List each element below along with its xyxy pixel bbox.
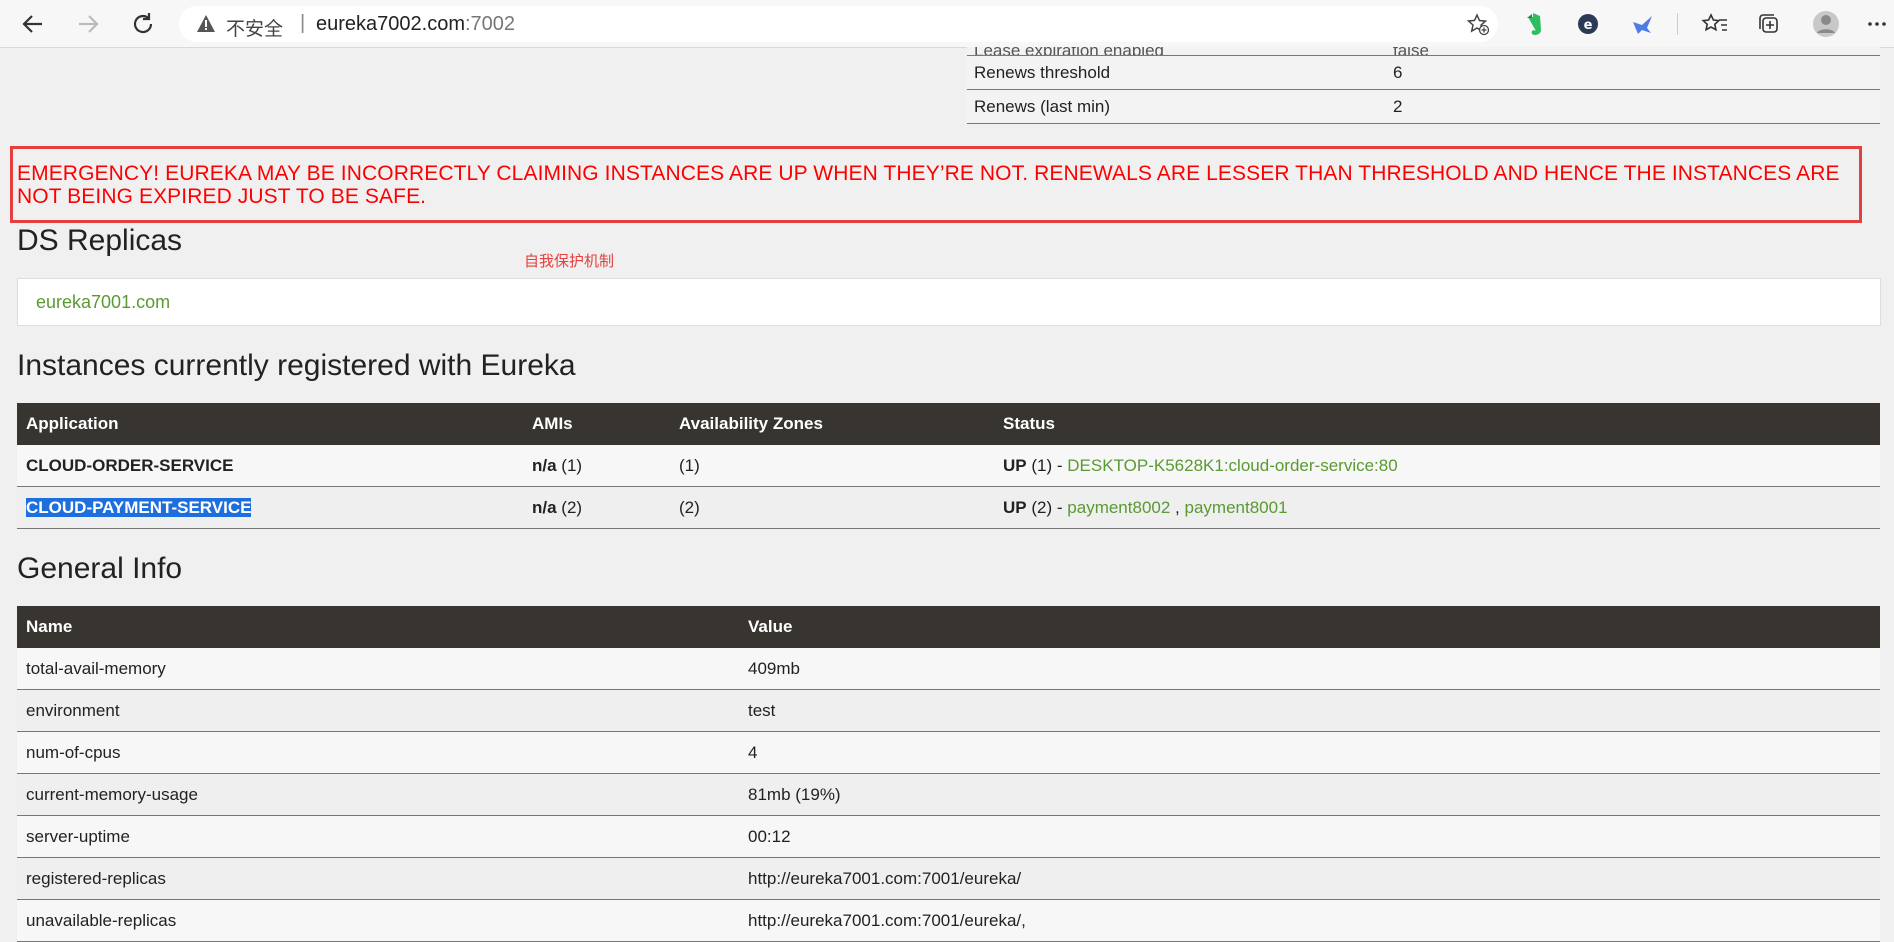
forward-arrow-icon[interactable]	[73, 9, 103, 39]
amis-cell: n/a (1)	[523, 445, 670, 487]
status-cell: UP (1) - DESKTOP-K5628K1:cloud-order-ser…	[994, 445, 1880, 487]
column-header: Name	[17, 606, 739, 648]
info-name: environment	[17, 689, 739, 732]
info-name: server-uptime	[17, 815, 739, 858]
info-name: unavailable-replicas	[17, 899, 739, 942]
replicas-list: eureka7001.com	[17, 278, 1881, 326]
url-host: eureka7002.com	[316, 13, 465, 35]
link-separator: ,	[1175, 497, 1180, 517]
application-name: CLOUD-ORDER-SERVICE	[17, 445, 523, 487]
application-name: CLOUD-PAYMENT-SERVICE	[17, 486, 523, 529]
zones-cell: (1)	[670, 445, 994, 487]
table-row: Lease expiration enabled false	[967, 47, 1880, 56]
replica-link[interactable]: eureka7001.com	[36, 292, 170, 313]
status-value: 2	[1386, 89, 1880, 124]
status-value: 6	[1386, 55, 1880, 90]
url-separator: |	[300, 12, 306, 34]
status-value: false	[1386, 47, 1880, 56]
table-row: CLOUD-PAYMENT-SERVICE n/a (2) (2) UP (2)…	[17, 486, 1880, 529]
info-value: http://eureka7001.com:7001/eureka/	[739, 857, 1880, 900]
extension-bird-icon[interactable]	[1628, 9, 1658, 39]
general-info-heading: General Info	[17, 552, 183, 585]
status-cell: UP (2) - payment8002 , payment8001	[994, 486, 1880, 529]
status-name: Lease expiration enabled	[967, 47, 1386, 56]
status-separator: -	[1056, 497, 1063, 517]
column-header: Availability Zones	[670, 403, 994, 445]
evernote-icon[interactable]	[1519, 9, 1549, 39]
table-row: environment test	[17, 689, 1880, 732]
amis-count: (2)	[561, 497, 583, 517]
table-row: CLOUD-ORDER-SERVICE n/a (1) (1) UP (1) -…	[17, 445, 1880, 487]
general-info-table: Name Value total-avail-memory 409mb envi…	[17, 606, 1880, 942]
profile-avatar-icon[interactable]	[1811, 9, 1841, 39]
table-row: Renews threshold 6	[967, 55, 1880, 90]
column-header: Status	[994, 403, 1880, 445]
instances-heading: Instances currently registered with Eure…	[17, 349, 576, 382]
table-row: total-avail-memory 409mb	[17, 648, 1880, 690]
application-label: CLOUD-ORDER-SERVICE	[26, 455, 234, 475]
status-state: UP	[1003, 497, 1027, 517]
info-name: num-of-cpus	[17, 731, 739, 774]
status-name: Renews threshold	[967, 55, 1386, 90]
table-header-row: Application AMIs Availability Zones Stat…	[17, 403, 1880, 445]
info-value: http://eureka7001.com:7001/eureka/,	[739, 899, 1880, 942]
favorites-icon[interactable]	[1700, 9, 1730, 39]
amis-count: (1)	[561, 455, 583, 475]
application-label: CLOUD-PAYMENT-SERVICE	[26, 497, 252, 517]
instances-table: Application AMIs Availability Zones Stat…	[17, 403, 1880, 529]
instance-link[interactable]: DESKTOP-K5628K1:cloud-order-service:80	[1067, 456, 1397, 475]
status-count: (2)	[1031, 497, 1053, 517]
self-protection-annotation: 自我保护机制	[524, 252, 615, 270]
column-header: AMIs	[523, 403, 670, 445]
collections-icon[interactable]	[1754, 9, 1784, 39]
svg-text:e: e	[1584, 18, 1593, 33]
toolbar-divider	[1677, 13, 1678, 35]
table-row: registered-replicas http://eureka7001.co…	[17, 857, 1880, 900]
column-header: Value	[739, 606, 1880, 648]
info-value: 00:12	[739, 815, 1880, 858]
amis-value: n/a	[532, 497, 557, 517]
url-text[interactable]: eureka7002.com:7002	[316, 13, 515, 36]
table-row: server-uptime 00:12	[17, 815, 1880, 858]
status-state: UP	[1003, 455, 1027, 475]
status-count: (1)	[1031, 455, 1053, 475]
browser-toolbar: 不安全 | eureka7002.com:7002 e	[0, 0, 1894, 48]
extension-e-icon[interactable]: e	[1573, 9, 1603, 39]
table-row: current-memory-usage 81mb (19%)	[17, 773, 1880, 816]
column-header: Application	[17, 403, 523, 445]
url-port: :7002	[464, 13, 516, 35]
address-bar[interactable]: 不安全 | eureka7002.com:7002	[179, 6, 1498, 42]
status-name: Renews (last min)	[967, 89, 1386, 124]
info-name: registered-replicas	[17, 857, 739, 900]
add-favorite-icon[interactable]	[1466, 12, 1490, 41]
warning-icon[interactable]	[196, 14, 216, 39]
instance-link[interactable]: payment8002	[1067, 498, 1170, 517]
info-name: total-avail-memory	[17, 648, 739, 690]
status-separator: -	[1056, 455, 1063, 475]
refresh-icon[interactable]	[128, 9, 158, 39]
info-name: current-memory-usage	[17, 773, 739, 816]
table-row: unavailable-replicas http://eureka7001.c…	[17, 899, 1880, 942]
system-status-table: Lease expiration enabled false Renews th…	[967, 47, 1880, 124]
security-label[interactable]: 不安全	[226, 14, 283, 41]
info-value: 81mb (19%)	[739, 773, 1880, 816]
table-header-row: Name Value	[17, 606, 1880, 648]
emergency-warning: EMERGENCY! EUREKA MAY BE INCORRECTLY CLA…	[17, 162, 1840, 208]
zones-cell: (2)	[670, 486, 994, 529]
info-value: test	[739, 689, 1880, 732]
back-arrow-icon[interactable]	[18, 9, 48, 39]
ds-replicas-heading: DS Replicas	[17, 224, 183, 257]
amis-value: n/a	[532, 455, 557, 475]
table-row: Renews (last min) 2	[967, 89, 1880, 124]
more-options-icon[interactable]	[1862, 9, 1892, 39]
instance-link[interactable]: payment8001	[1185, 498, 1288, 517]
table-row: num-of-cpus 4	[17, 731, 1880, 774]
amis-cell: n/a (2)	[523, 486, 670, 529]
info-value: 409mb	[739, 648, 1880, 690]
info-value: 4	[739, 731, 1880, 774]
